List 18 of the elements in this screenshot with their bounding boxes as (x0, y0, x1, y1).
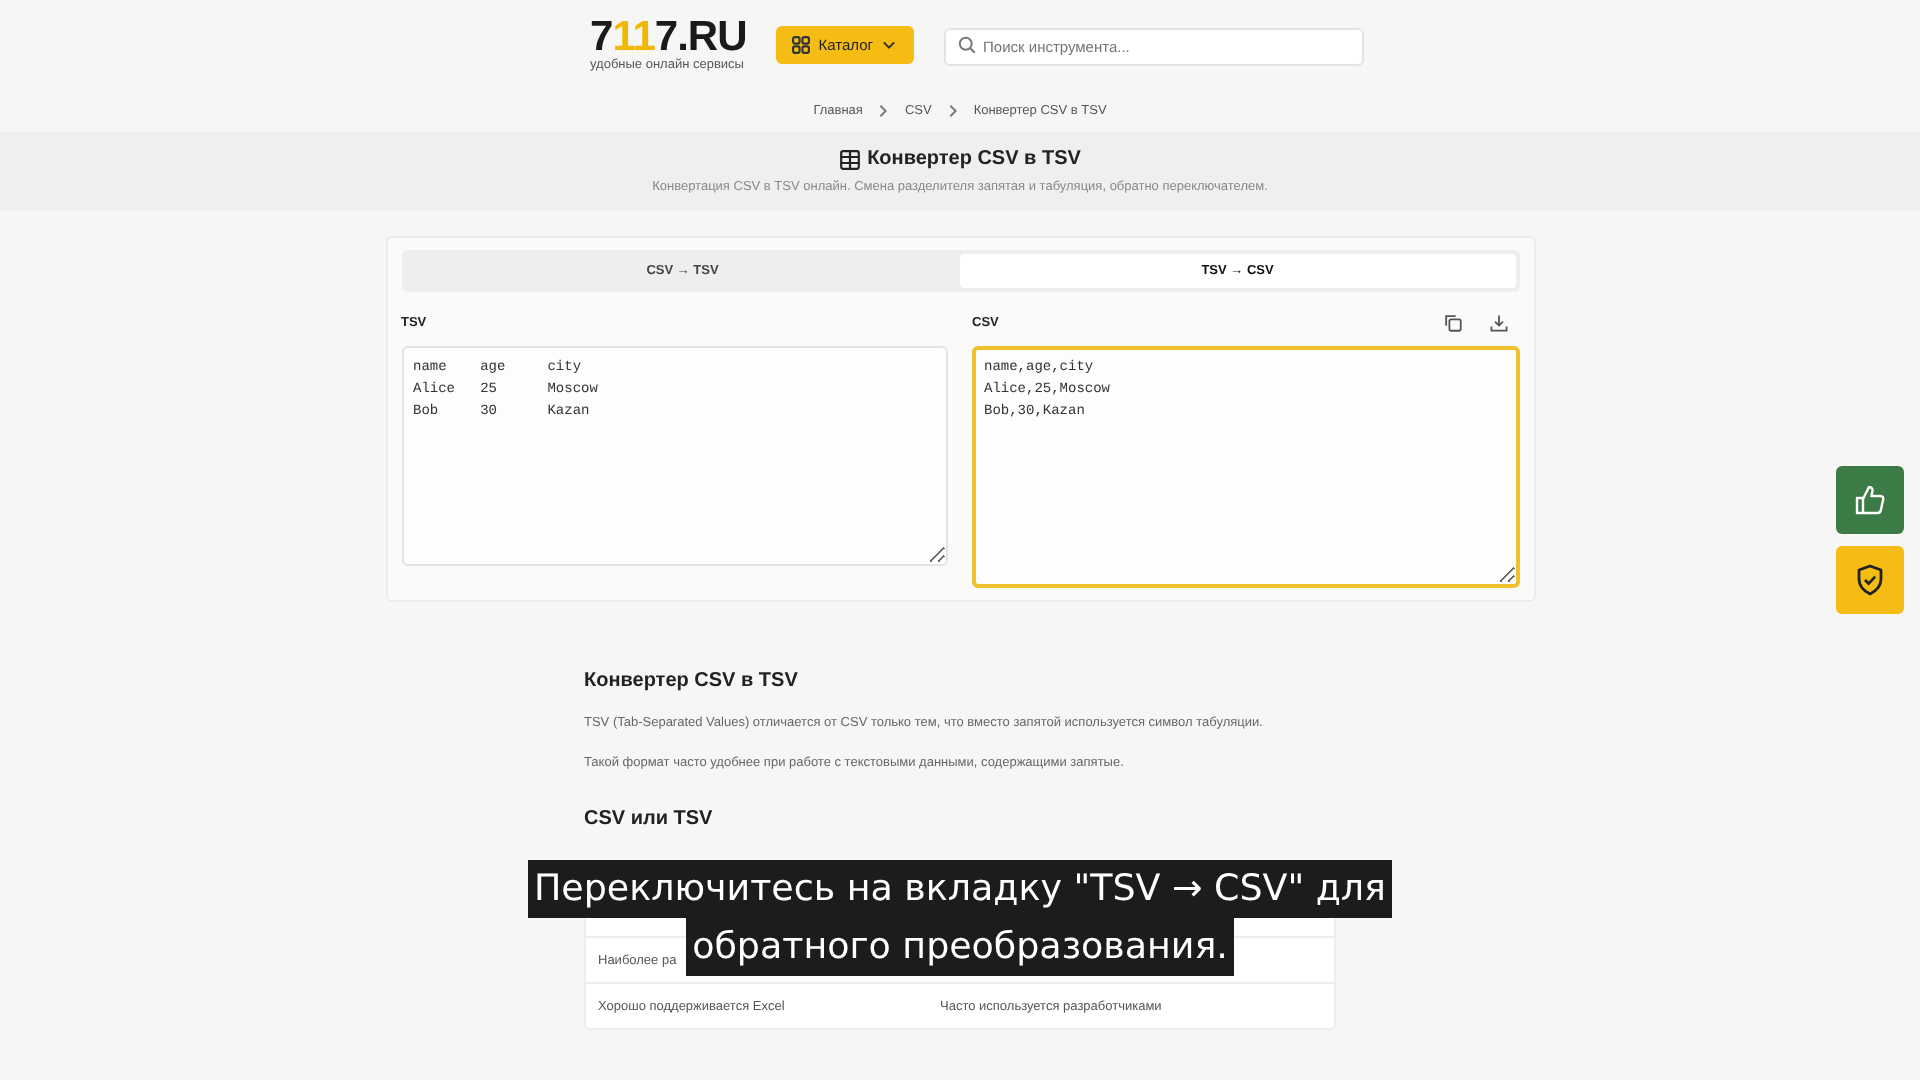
download-icon[interactable] (1489, 313, 1507, 331)
thumbs-up-icon (1854, 484, 1886, 516)
section-heading: CSV или TSV (584, 808, 715, 830)
search-icon (957, 35, 976, 53)
site-logo[interactable]: 7117.RU (590, 15, 747, 58)
section-heading: Конвертер CSV в TSV (584, 670, 800, 692)
shield-button[interactable] (1836, 546, 1904, 614)
chevron-icon (878, 103, 889, 117)
table-icon (839, 149, 860, 169)
copy-icon[interactable] (1443, 313, 1461, 331)
video-caption: обратного преобразования. (686, 918, 1234, 976)
like-button[interactable] (1836, 466, 1904, 534)
caret-icon (881, 39, 896, 49)
video-caption: Переключитесь на вкладку "TSV → CSV" для (527, 860, 1392, 918)
shield-check-icon (1856, 564, 1884, 596)
page-title: Конвертер CSV в TSV (867, 148, 1081, 170)
chevron-icon (947, 103, 958, 117)
grid-icon (792, 35, 811, 53)
